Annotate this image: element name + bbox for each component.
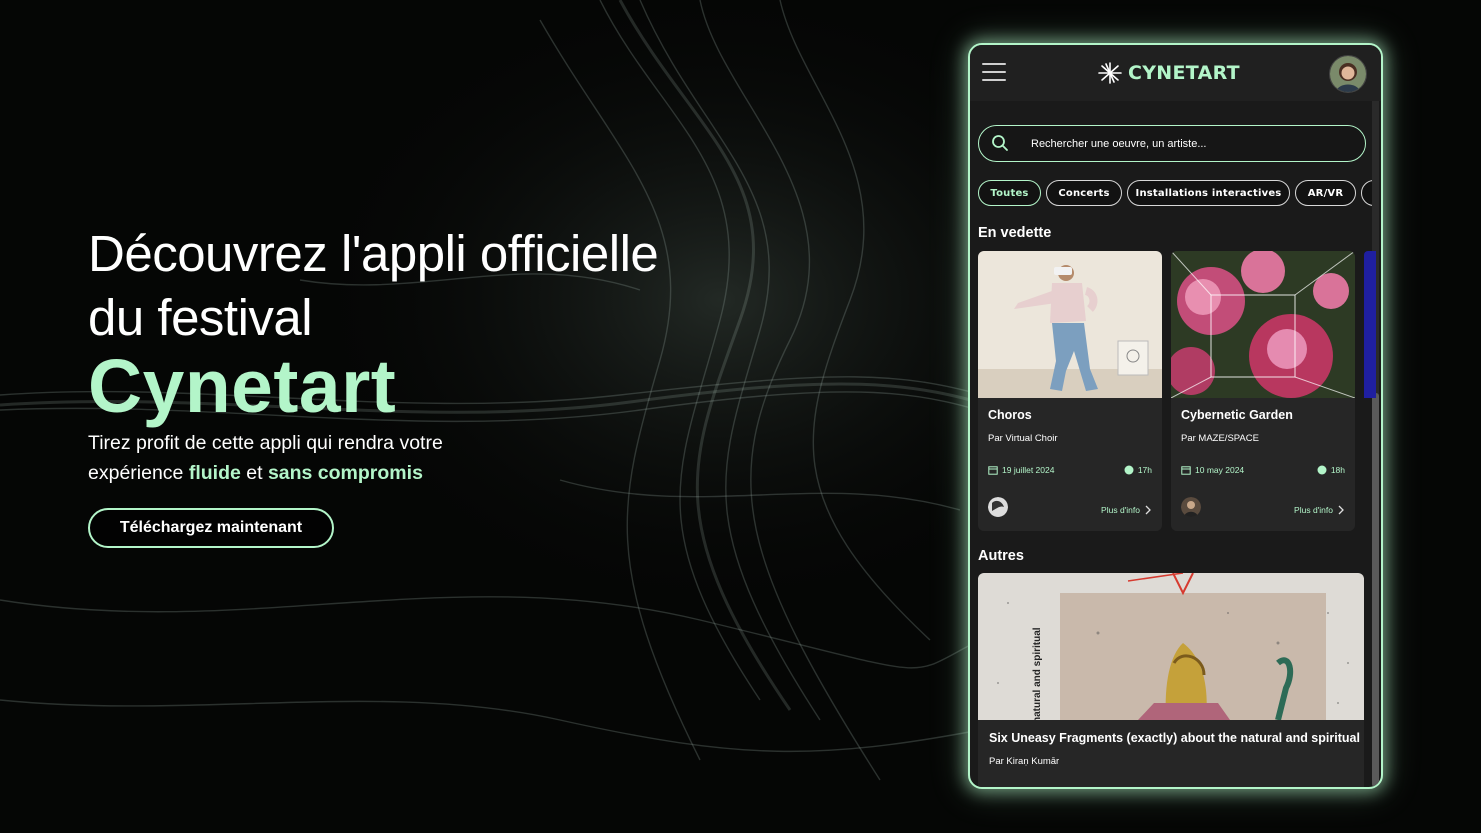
filter-chip-more[interactable]	[1361, 180, 1372, 206]
card-title: Six Uneasy Fragments (exactly) about the…	[989, 731, 1360, 745]
card-time: 18h	[1317, 465, 1345, 475]
hero-subtitle-text: expérience	[88, 462, 189, 484]
clock-icon	[1124, 465, 1134, 475]
hero-headline-line2: du festival	[88, 289, 313, 346]
filter-chip-toutes[interactable]: Toutes	[978, 180, 1041, 206]
filter-chip-arvr[interactable]: AR/VR	[1295, 180, 1356, 206]
card-date-text: 19 juillet 2024	[1002, 465, 1055, 475]
card-artist: Par Kiraṇ Kumār	[989, 756, 1060, 767]
calendar-icon	[988, 466, 998, 475]
starburst-icon	[1098, 62, 1122, 84]
choros-image	[978, 251, 1162, 398]
cybernetic-garden-image	[1171, 251, 1355, 398]
more-info-link[interactable]: Plus d'info	[1294, 505, 1345, 515]
more-info-text: Plus d'info	[1294, 505, 1333, 515]
featured-section-title: En vedette	[978, 225, 1052, 241]
download-button[interactable]: Téléchargez maintenant	[88, 508, 334, 548]
card-time: 17h	[1124, 465, 1152, 475]
clock-icon	[1317, 465, 1327, 475]
hero-brand-name: Cynetart	[88, 344, 397, 428]
app-logo-text: CYNETART	[1128, 62, 1240, 84]
other-event-card[interactable]: natural and spiritual Six Uneasy Fragmen…	[978, 573, 1364, 787]
hamburger-icon[interactable]	[982, 63, 1006, 81]
card-time-text: 17h	[1137, 465, 1152, 475]
six-uneasy-fragments-image: natural and spiritual	[978, 573, 1364, 720]
search-bar[interactable]	[978, 125, 1366, 162]
featured-card-peek[interactable]	[1364, 251, 1376, 398]
hero-section: Découvrez l'appli officielle du festival…	[88, 222, 788, 488]
featured-card[interactable]: Cybernetic Garden Par MAZE/SPACE 10 may …	[1171, 251, 1355, 531]
filter-chips: Toutes Concerts Installations interactiv…	[978, 180, 1372, 210]
app-header: CYNETART	[970, 45, 1381, 101]
calendar-icon	[1181, 466, 1191, 475]
hero-highlight-fluide: fluide	[188, 462, 241, 484]
card-time-text: 18h	[1330, 465, 1345, 475]
card-date: 19 juillet 2024	[988, 465, 1054, 475]
scrollbar-thumb[interactable]	[1372, 393, 1379, 787]
chevron-right-icon	[1338, 505, 1344, 515]
search-input[interactable]	[1029, 132, 1353, 156]
app-logo[interactable]: CYNETART	[1096, 59, 1240, 87]
filter-chip-concerts[interactable]: Concerts	[1046, 180, 1122, 206]
more-info-link[interactable]: Plus d'info	[1101, 505, 1152, 515]
hero-subtitle-text: et	[240, 462, 268, 484]
user-avatar[interactable]	[1329, 55, 1367, 93]
card-title: Choros	[988, 408, 1032, 422]
search-icon	[992, 135, 1008, 151]
filter-chip-installations[interactable]: Installations interactives	[1127, 180, 1290, 206]
card-date-text: 10 may 2024	[1195, 465, 1245, 475]
artist-avatar	[1181, 497, 1201, 517]
hero-subtitle-text: Tirez profit de cette appli qui rendra v…	[88, 432, 443, 454]
card-artist: Par MAZE/SPACE	[1181, 433, 1259, 444]
card-title: Cybernetic Garden	[1181, 408, 1293, 422]
more-info-text: Plus d'info	[1101, 505, 1140, 515]
hero-subtitle: Tirez profit de cette appli qui rendra v…	[88, 428, 788, 488]
chevron-right-icon	[1145, 505, 1151, 515]
hero-headline-line1: Découvrez l'appli officielle	[88, 225, 659, 282]
featured-card[interactable]: Choros Par Virtual Choir 19 juillet 2024…	[978, 251, 1162, 531]
svg-text:natural and spiritual: natural and spiritual	[1032, 627, 1043, 720]
others-section-title: Autres	[978, 548, 1024, 564]
artist-avatar	[988, 497, 1008, 517]
phone-mockup: CYNETART Toutes Concerts Installations i…	[968, 43, 1383, 789]
hero-highlight-sans-compromis: sans compromis	[267, 462, 423, 484]
card-artist: Par Virtual Choir	[988, 433, 1058, 444]
card-date: 10 may 2024	[1181, 465, 1244, 475]
